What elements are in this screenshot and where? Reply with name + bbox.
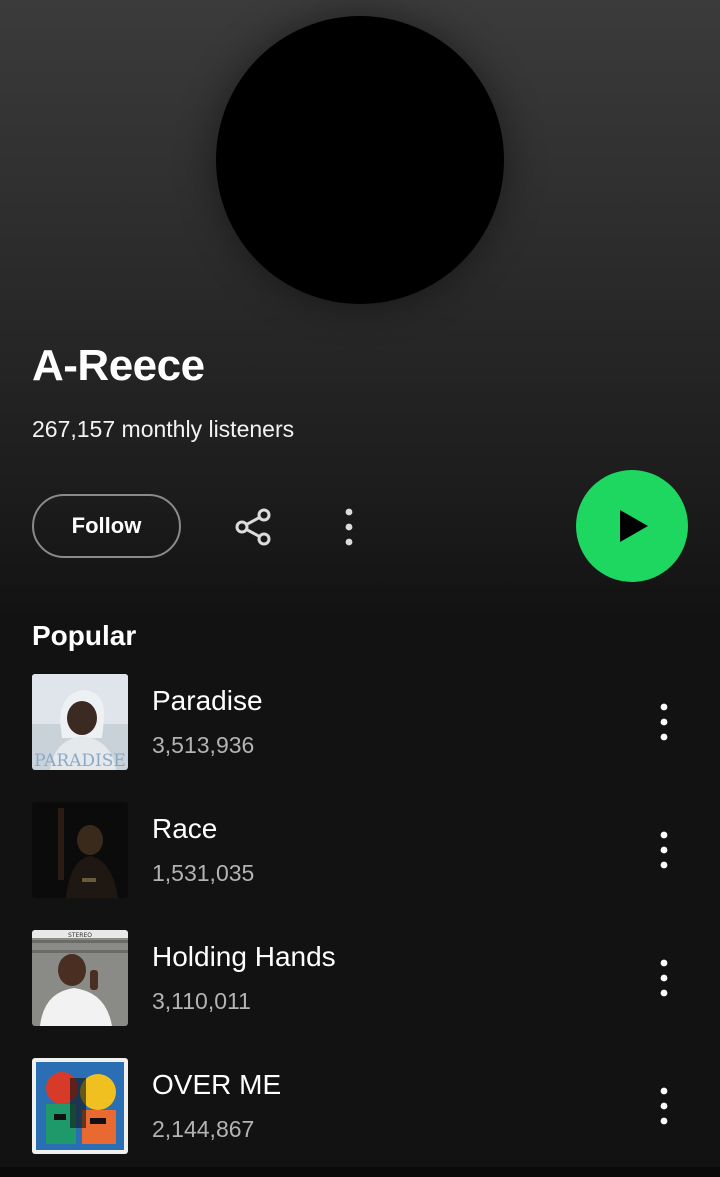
track-title: OVER ME xyxy=(152,1069,282,1100)
play-button[interactable] xyxy=(576,470,688,582)
svg-text:STEREO: STEREO xyxy=(68,932,92,939)
track-more-options-button[interactable] xyxy=(644,696,684,748)
svg-text:PARADISE: PARADISE xyxy=(34,751,126,770)
monthly-listeners: 267,157 monthly listeners xyxy=(32,416,295,442)
more-vertical-icon xyxy=(660,959,668,997)
track-row[interactable]: OVER ME 2,144,867 xyxy=(0,1058,720,1158)
track-cover: PARADISE xyxy=(32,674,128,770)
follow-button[interactable]: Follow xyxy=(32,494,181,558)
play-icon xyxy=(620,510,648,542)
bottom-edge xyxy=(0,1167,720,1177)
more-vertical-icon xyxy=(660,1087,668,1125)
track-row[interactable]: PARADISE Paradise 3,513,936 xyxy=(0,674,720,774)
track-play-count: 3,110,011 xyxy=(152,988,251,1014)
track-more-options-button[interactable] xyxy=(644,1080,684,1132)
share-button[interactable] xyxy=(226,500,280,554)
share-icon xyxy=(235,508,271,546)
artist-image xyxy=(216,16,504,304)
artist-more-options-button[interactable] xyxy=(330,500,368,554)
track-play-count: 1,531,035 xyxy=(152,860,255,886)
track-title: Race xyxy=(152,813,218,844)
more-vertical-icon xyxy=(345,508,353,546)
track-row[interactable]: STEREO Holding Hands 3,110,011 xyxy=(0,930,720,1030)
more-vertical-icon xyxy=(660,703,668,741)
track-title: Paradise xyxy=(152,685,263,716)
popular-section-title: Popular xyxy=(32,620,137,651)
track-row[interactable]: Race 1,531,035 xyxy=(0,802,720,902)
track-more-options-button[interactable] xyxy=(644,952,684,1004)
track-cover: STEREO xyxy=(32,930,128,1026)
track-title: Holding Hands xyxy=(152,941,336,972)
track-cover xyxy=(32,1058,128,1154)
more-vertical-icon xyxy=(660,831,668,869)
artist-name: A-Reece xyxy=(32,341,205,390)
track-play-count: 3,513,936 xyxy=(152,732,255,758)
track-more-options-button[interactable] xyxy=(644,824,684,876)
track-play-count: 2,144,867 xyxy=(152,1116,255,1142)
track-cover xyxy=(32,802,128,898)
